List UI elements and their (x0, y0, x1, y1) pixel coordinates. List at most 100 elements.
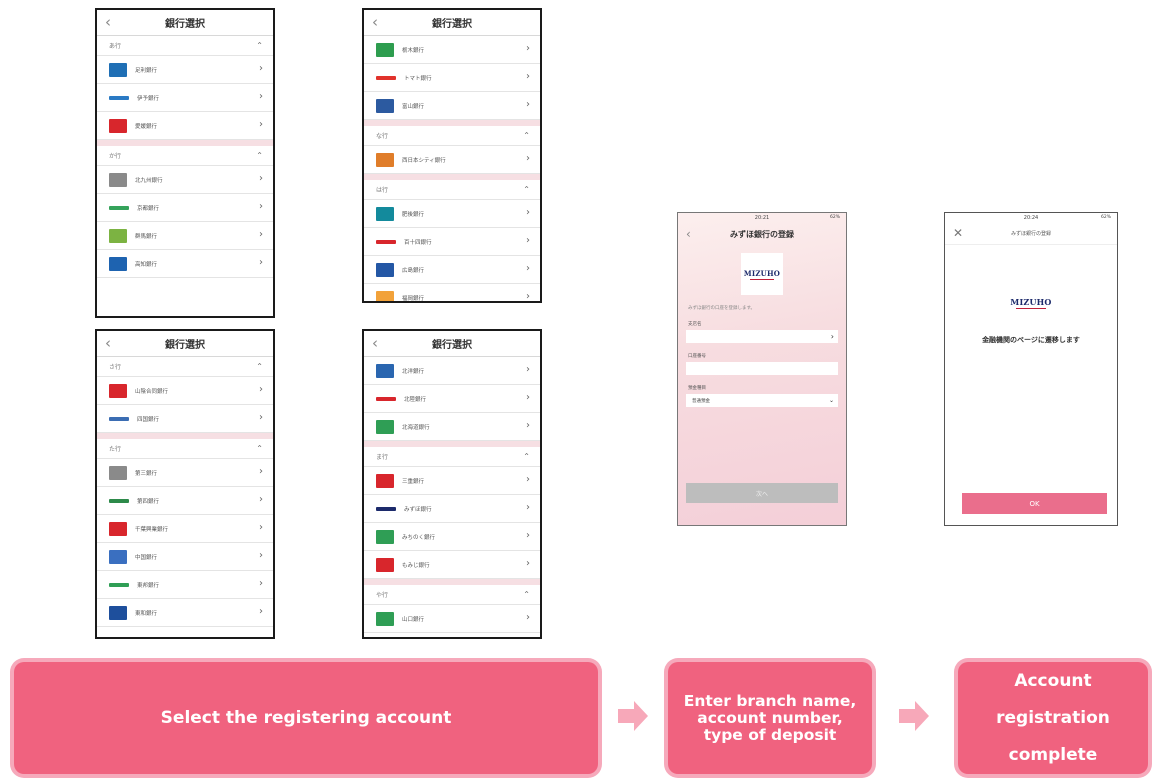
deposit-type-select[interactable]: 普通預金 ⌄ (686, 394, 838, 407)
section-header[interactable]: は行 ⌃ (364, 180, 540, 200)
bank-list-item[interactable]: 栃木銀行 › (364, 36, 540, 64)
bank-list-item[interactable]: 四国銀行 › (97, 405, 273, 433)
bank-logo-icon (376, 473, 394, 488)
bank-list-item[interactable]: 愛媛銀行 › (97, 112, 273, 140)
registration-screen: 20:21 62% ‹ みずほ銀行の登録 MIZUHO みずほ銀行の口座を登録し… (677, 212, 847, 526)
bank-logo-icon (109, 521, 127, 536)
back-chevron-icon[interactable]: ‹ (686, 225, 691, 243)
status-time: 20:21 (754, 215, 770, 221)
bank-name: 四国銀行 (137, 416, 160, 423)
bank-list-item[interactable]: 高知銀行 › (97, 250, 273, 278)
bank-list-item[interactable]: 肥後銀行 › (364, 200, 540, 228)
back-chevron-icon[interactable]: ‹ (105, 13, 111, 31)
back-chevron-icon[interactable]: ‹ (372, 13, 378, 31)
bank-list-item[interactable]: 京都銀行 › (97, 194, 273, 222)
bank-select-header: ‹ 銀行選択 (97, 331, 273, 357)
chevron-right-icon: › (259, 257, 263, 268)
chevron-right-icon: › (526, 71, 530, 82)
bank-logo-icon (109, 549, 127, 564)
next-button[interactable]: 次へ (686, 483, 838, 503)
section-header[interactable]: や行 ⌃ (364, 585, 540, 605)
bank-list-item[interactable]: みちのく銀行 › (364, 523, 540, 551)
caret-up-icon: ⌃ (256, 444, 263, 453)
registration-description: みずほ銀行の口座を登録します。 (688, 306, 756, 311)
bank-name: 千葉興業銀行 (135, 526, 169, 533)
section-header[interactable]: か行 ⌃ (97, 146, 273, 166)
section-label: な行 (376, 133, 389, 140)
chevron-right-icon: › (526, 263, 530, 274)
bank-list-item[interactable]: 中国銀行 › (97, 543, 273, 571)
chevron-right-icon: › (259, 578, 263, 589)
caret-up-icon: ⌃ (523, 590, 530, 599)
bank-list-item[interactable]: 広島銀行 › (364, 256, 540, 284)
mizuho-logo-text: MIZUHO (1010, 297, 1052, 307)
bank-list-item[interactable]: 北九州銀行 › (97, 166, 273, 194)
bank-list-item[interactable]: 北陸銀行 › (364, 385, 540, 413)
mizuho-logo-text: MIZUHO (743, 268, 781, 278)
bank-list-item[interactable]: 福岡銀行 › (364, 284, 540, 301)
bank-list-item[interactable]: 第三銀行 › (97, 459, 273, 487)
arrow-right-icon (618, 701, 648, 731)
chevron-right-icon: › (526, 392, 530, 403)
section-header[interactable]: た行 ⌃ (97, 439, 273, 459)
bank-list-item[interactable]: 山陰合同銀行 › (97, 377, 273, 405)
chevron-right-icon: › (259, 384, 263, 395)
bank-logo-icon (376, 396, 396, 401)
bank-list-item[interactable]: 足利銀行 › (97, 56, 273, 84)
back-chevron-icon[interactable]: ‹ (372, 334, 378, 352)
branch-select-field[interactable]: › (686, 330, 838, 343)
bank-list-item[interactable]: 千葉興業銀行 › (97, 515, 273, 543)
bank-list-item[interactable]: 西日本シティ銀行 › (364, 146, 540, 174)
bank-name: 北洋銀行 (402, 368, 425, 375)
bank-name: 高知銀行 (135, 261, 158, 268)
bank-list-item[interactable]: 山口銀行 › (364, 605, 540, 633)
bank-list-item[interactable]: トマト銀行 › (364, 64, 540, 92)
account-number-input[interactable] (686, 362, 838, 375)
ok-button[interactable]: OK (962, 493, 1107, 514)
bank-list-item[interactable]: 北洋銀行 › (364, 357, 540, 385)
section-label: か行 (109, 153, 122, 160)
bank-logo-icon (109, 256, 127, 271)
caret-up-icon: ⌃ (523, 185, 530, 194)
bank-list-item[interactable]: もみじ銀行 › (364, 551, 540, 579)
section-header[interactable]: あ行 ⌃ (97, 36, 273, 56)
bank-list-item[interactable]: 富山銀行 › (364, 92, 540, 120)
bank-list-item[interactable]: 三重銀行 › (364, 467, 540, 495)
bank-name: みちのく銀行 (402, 534, 436, 541)
chevron-right-icon: › (259, 229, 263, 240)
caret-up-icon: ⌃ (523, 452, 530, 461)
section-header[interactable]: な行 ⌃ (364, 126, 540, 146)
bank-select-screen-3: ‹ 銀行選択 さ行 ⌃ 山陰合同銀行 › 四国銀行 › た行 ⌃ 第三銀行 › 第四銀行 › 千葉興業銀行 ›… (95, 329, 275, 639)
chevron-right-icon: › (259, 522, 263, 533)
status-time: 20:24 (1023, 215, 1039, 221)
bank-list-item[interactable]: 東邦銀行 › (97, 571, 273, 599)
bank-name: 東邦銀行 (137, 582, 160, 589)
bank-select-screen-2: ‹ 銀行選択 栃木銀行 › トマト銀行 › 富山銀行 › な行 ⌃ 西日本シティ銀行 › は行 ⌃ 肥後銀行… (362, 8, 542, 303)
bank-select-title: 銀行選択 (165, 19, 205, 30)
bank-select-header: ‹ 銀行選択 (364, 10, 540, 36)
bank-logo-icon (376, 75, 396, 80)
bank-logo-icon (376, 611, 394, 626)
section-label: は行 (376, 187, 389, 194)
section-header[interactable]: さ行 ⌃ (97, 357, 273, 377)
bank-logo-icon (376, 419, 394, 434)
bank-list-item[interactable]: 伊予銀行 › (97, 84, 273, 112)
bank-name: 三重銀行 (402, 478, 425, 485)
bank-list-item[interactable]: 百十四銀行 › (364, 228, 540, 256)
bank-name: 足利銀行 (135, 67, 158, 74)
bank-select-screen-4: ‹ 銀行選択 北洋銀行 › 北陸銀行 › 北海道銀行 › ま行 ⌃ 三重銀行 › みずほ銀行 › みちのく銀… (362, 329, 542, 639)
close-icon[interactable]: ✕ (953, 226, 963, 240)
bank-list-item[interactable]: 第四銀行 › (97, 487, 273, 515)
transition-screen: 20:24 62% ✕ みずほ銀行の登録 MIZUHO 金融機関のページに遷移し… (944, 212, 1118, 526)
bank-list-item[interactable]: 東和銀行 › (97, 599, 273, 627)
bank-list-item[interactable]: みずほ銀行 › (364, 495, 540, 523)
chevron-right-icon: › (259, 63, 263, 74)
mizuho-logo: MIZUHO (741, 253, 783, 295)
bank-list-item[interactable]: 北海道銀行 › (364, 413, 540, 441)
caret-up-icon: ⌃ (256, 362, 263, 371)
bank-name: 伊予銀行 (137, 95, 160, 102)
section-header[interactable]: ま行 ⌃ (364, 447, 540, 467)
back-chevron-icon[interactable]: ‹ (105, 334, 111, 352)
chevron-right-icon: › (526, 153, 530, 164)
bank-list-item[interactable]: 群馬銀行 › (97, 222, 273, 250)
